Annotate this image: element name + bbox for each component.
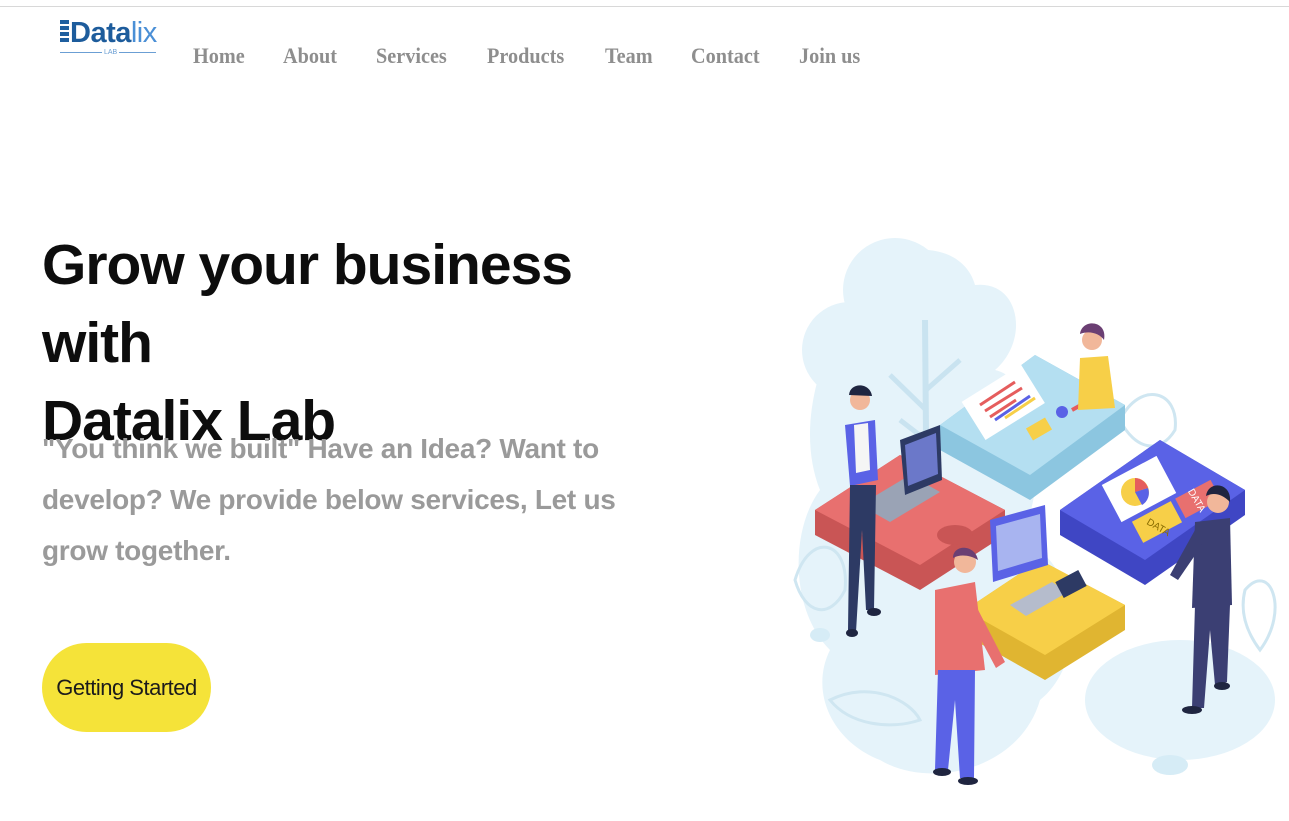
hero-title-line-1: Grow your business with	[42, 233, 573, 375]
logo-word-bold: Data	[70, 17, 131, 49]
nav-about[interactable]: About	[283, 40, 337, 72]
logo-wordmark: Datalix	[70, 16, 157, 50]
nav-home[interactable]: Home	[193, 40, 245, 72]
getting-started-button[interactable]: Getting Started	[42, 643, 211, 732]
nav-contact[interactable]: Contact	[691, 40, 760, 72]
nav-products[interactable]: Products	[487, 40, 564, 72]
top-divider	[0, 6, 1289, 7]
main-nav: Home About Services Products Team Contac…	[193, 40, 900, 72]
logo-word-light: lix	[130, 17, 157, 49]
nav-join-us[interactable]: Join us	[799, 40, 860, 72]
team-puzzle-illustration: DATA DATA	[793, 238, 1277, 785]
hero-description: "You think we built" Have an Idea? Want …	[42, 433, 616, 566]
nav-team[interactable]: Team	[605, 40, 653, 72]
nav-services[interactable]: Services	[376, 40, 447, 72]
brand-logo[interactable]: Datalix LAB	[60, 16, 160, 60]
page: Datalix LAB Home About Services Products…	[0, 0, 1289, 821]
logo-subtitle: LAB	[102, 49, 120, 57]
person-top-woman-icon	[1078, 323, 1115, 410]
logo-bars-icon	[60, 20, 70, 42]
